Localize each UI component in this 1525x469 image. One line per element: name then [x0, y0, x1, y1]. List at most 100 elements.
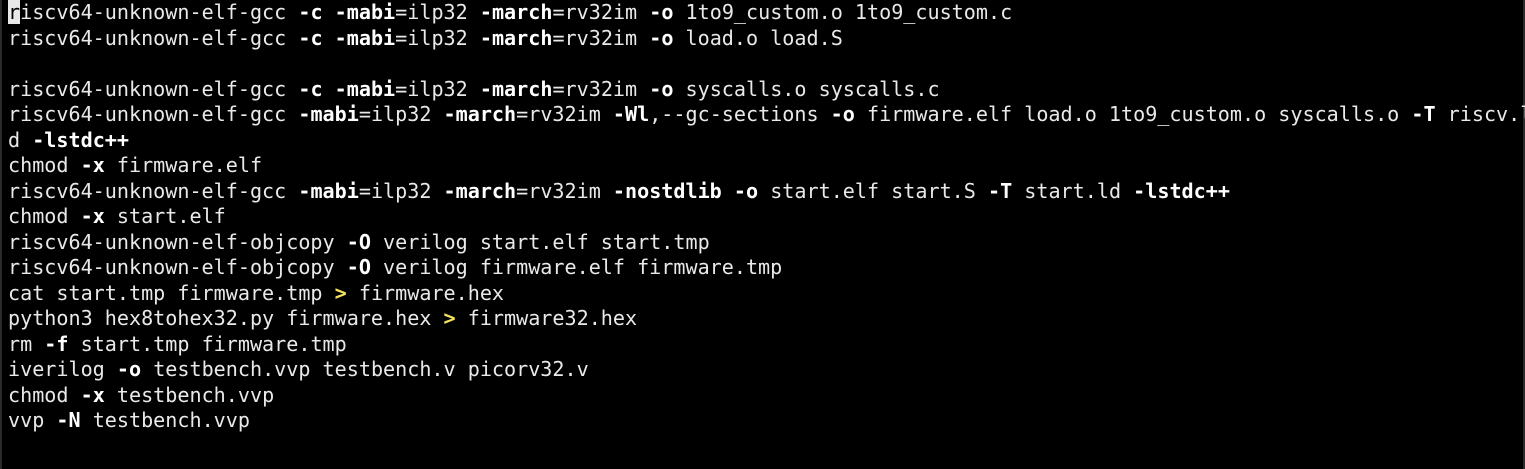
flag-segment: -mabi — [334, 76, 396, 101]
text-segment — [722, 179, 734, 203]
flag-segment: -o — [116, 357, 142, 381]
terminal-line: chmod -x firmware.elf — [8, 153, 1525, 179]
text-segment: =rv32im — [516, 178, 613, 203]
text-segment: riscv.l — [1435, 102, 1525, 126]
text-segment: chmod — [8, 382, 81, 407]
text-segment: start.tmp firmware.tmp — [68, 331, 347, 356]
text-segment: ,--gc-sections — [649, 102, 831, 126]
text-segment: =ilp32 — [395, 0, 480, 24]
flag-segment: -march — [479, 76, 553, 101]
text-segment: firmware.elf load.o 1to9_custom.o syscal… — [854, 102, 1412, 126]
text-segment: =rv32im — [552, 25, 650, 50]
text-segment: firmware32.hex — [455, 306, 638, 330]
terminal-window[interactable]: riscv64-unknown-elf-gcc -c -mabi=ilp32 -… — [0, 0, 1525, 469]
terminal-output[interactable]: riscv64-unknown-elf-gcc -c -mabi=ilp32 -… — [8, 0, 1525, 434]
terminal-line: rm -f start.tmp firmware.tmp — [8, 332, 1525, 358]
flag-segment: -o — [649, 25, 674, 50]
terminal-line: riscv64-unknown-elf-gcc -mabi=ilp32 -mar… — [8, 102, 1525, 128]
text-segment: testbench.vvp — [104, 382, 275, 407]
terminal-line: iverilog -o testbench.vvp testbench.v pi… — [8, 357, 1525, 383]
terminal-line: riscv64-unknown-elf-objcopy -O verilog f… — [8, 255, 1525, 281]
terminal-line: chmod -x start.elf — [8, 204, 1525, 230]
flag-segment: -march — [443, 102, 517, 126]
terminal-line: riscv64-unknown-elf-gcc -c -mabi=ilp32 -… — [8, 26, 1525, 52]
flag-segment: -o — [733, 178, 759, 203]
text-segment: cat start.tmp firmware.tmp — [8, 280, 335, 305]
text-segment: load.o load.S — [673, 25, 843, 50]
text-segment: riscv64-unknown-elf-gcc — [8, 25, 299, 50]
flag-segment: -march — [479, 25, 553, 50]
text-segment: vvp — [8, 408, 57, 432]
text-segment: start.elf — [104, 204, 226, 228]
text-segment: firmware.elf — [104, 153, 263, 177]
text-segment: riscv64-unknown-elf-gcc — [8, 178, 299, 203]
text-segment: verilog start.elf start.tmp — [370, 229, 710, 254]
flag-segment: -mabi — [298, 102, 359, 126]
text-cursor: r — [8, 0, 21, 24]
terminal-line: python3 hex8tohex32.py firmware.hex > fi… — [8, 306, 1525, 332]
text-segment: =ilp32 — [358, 178, 444, 203]
terminal-line: riscv64-unknown-elf-gcc -mabi=ilp32 -mar… — [8, 179, 1525, 205]
text-segment: riscv64-unknown-elf-objcopy — [8, 255, 347, 279]
text-segment: =rv32im — [552, 0, 650, 24]
text-segment: start.elf start.S — [758, 178, 988, 203]
text-segment: chmod — [8, 153, 81, 177]
text-segment: =ilp32 — [395, 76, 480, 101]
flag-segment: -lstdc++ — [32, 127, 129, 152]
flag-segment: -c — [298, 76, 323, 101]
flag-segment: -f — [44, 331, 69, 356]
redirect-operator: > — [334, 280, 347, 305]
text-segment: start.ld — [1012, 178, 1134, 203]
text-segment: =ilp32 — [358, 102, 444, 126]
flag-segment: -c — [298, 0, 323, 24]
flag-segment: -c — [298, 25, 323, 50]
terminal-line: riscv64-unknown-elf-objcopy -O verilog s… — [8, 230, 1525, 256]
text-segment: =ilp32 — [395, 25, 480, 50]
flag-segment: -march — [443, 178, 517, 203]
flag-segment: -o — [649, 76, 674, 101]
flag-segment: -N — [56, 408, 81, 432]
terminal-line: cat start.tmp firmware.tmp > firmware.he… — [8, 281, 1525, 307]
text-segment: firmware.hex — [346, 280, 505, 305]
text-segment: verilog firmware.elf firmware.tmp — [370, 255, 783, 279]
text-segment: =rv32im — [552, 76, 650, 101]
redirect-operator: > — [443, 306, 456, 330]
terminal-line: riscv64-unknown-elf-gcc -c -mabi=ilp32 -… — [8, 77, 1525, 103]
terminal-line: chmod -x testbench.vvp — [8, 383, 1525, 409]
flag-segment: -Wl — [612, 102, 650, 126]
terminal-line: riscv64-unknown-elf-gcc -c -mabi=ilp32 -… — [8, 0, 1525, 26]
text-segment: rm — [8, 331, 45, 356]
flag-segment: -o — [830, 102, 855, 126]
text-segment: iverilog — [8, 357, 117, 381]
flag-segment: -mabi — [334, 25, 396, 50]
text-segment: syscalls.o syscalls.c — [673, 76, 940, 101]
flag-segment: -lstdc++ — [1133, 178, 1230, 203]
terminal-line: d -lstdc++ — [8, 128, 1525, 154]
terminal-line: vvp -N testbench.vvp — [8, 408, 1525, 434]
flag-segment: -mabi — [298, 178, 359, 203]
text-segment: python3 hex8tohex32.py firmware.hex — [8, 306, 444, 330]
text-segment: riscv64-unknown-elf-objcopy — [8, 229, 347, 254]
flag-segment: -x — [80, 382, 105, 407]
flag-segment: -nostdlib — [612, 178, 722, 203]
flag-segment: -x — [80, 153, 105, 177]
text-segment: testbench.vvp testbench.v picorv32.v — [141, 357, 589, 381]
flag-segment: -x — [80, 204, 105, 228]
flag-segment: -march — [479, 0, 553, 24]
text-segment: testbench.vvp — [80, 408, 250, 432]
text-segment: iscv64-unknown-elf-gcc — [20, 0, 299, 24]
flag-segment: -O — [346, 229, 371, 254]
text-segment: =rv32im — [516, 102, 613, 126]
text-segment — [323, 26, 335, 50]
flag-segment: -T — [987, 178, 1013, 203]
flag-segment: -T — [1411, 102, 1436, 126]
text-segment: d — [8, 127, 33, 152]
flag-segment: -o — [649, 0, 674, 24]
text-segment: chmod — [8, 204, 81, 228]
text-segment: riscv64-unknown-elf-gcc — [8, 76, 299, 101]
text-segment: 1to9_custom.o 1to9_custom.c — [673, 0, 1013, 24]
text-segment: riscv64-unknown-elf-gcc — [8, 102, 299, 126]
text-segment — [323, 0, 335, 24]
text-segment — [323, 77, 335, 101]
